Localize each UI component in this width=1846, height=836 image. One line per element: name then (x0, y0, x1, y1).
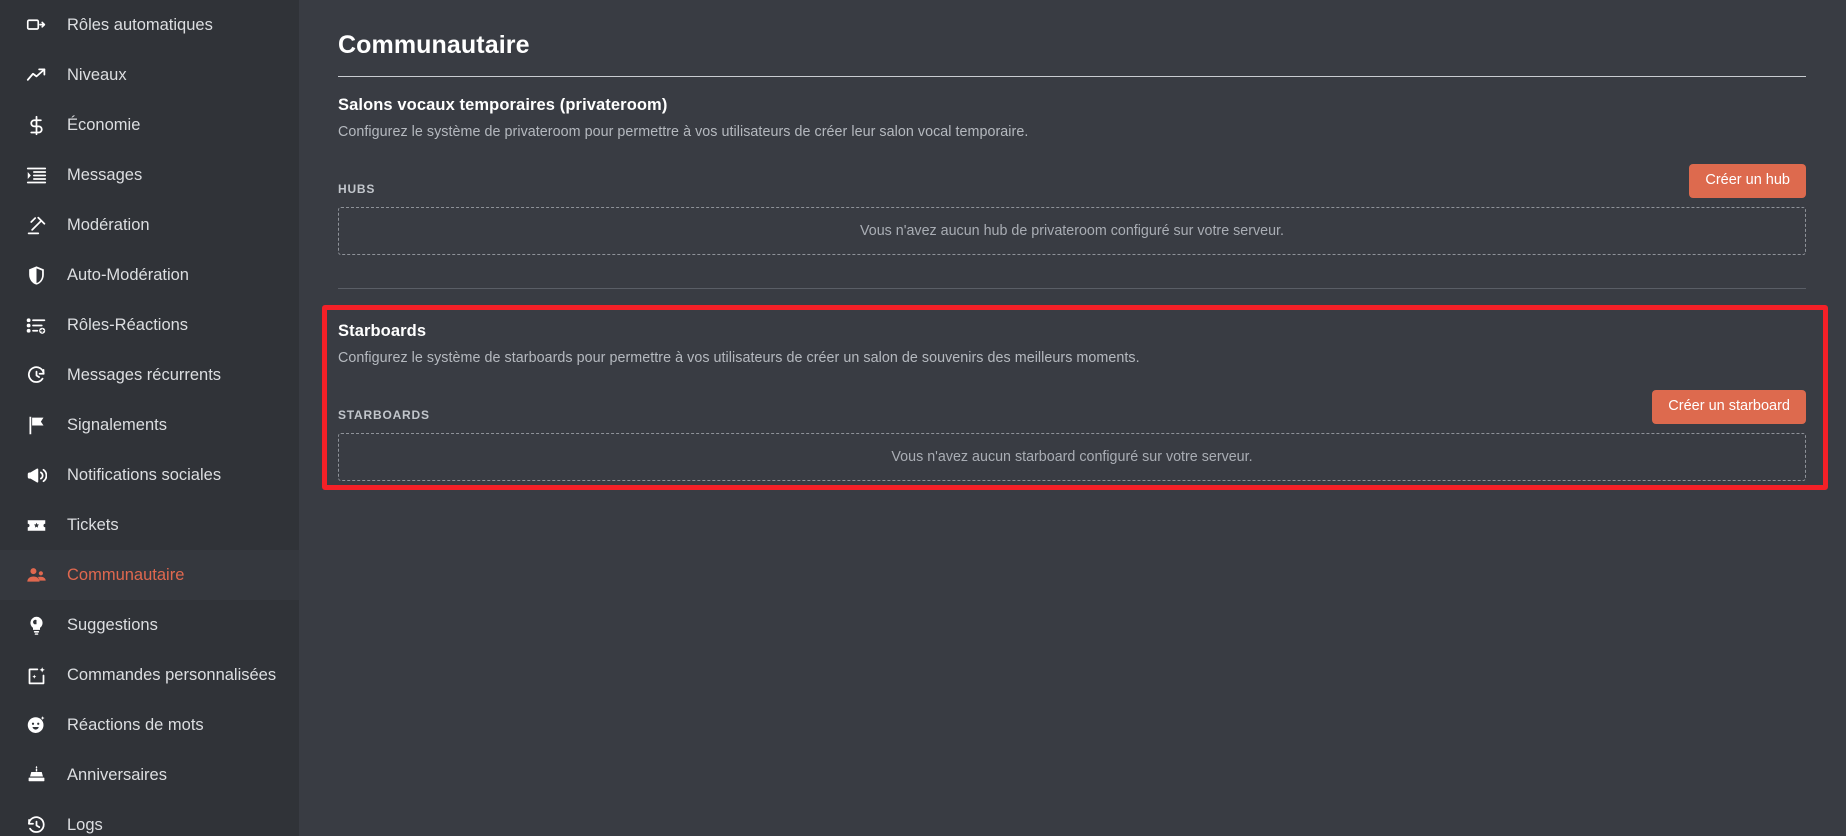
sidebar-item-suggestions[interactable]: Suggestions (0, 600, 299, 650)
section-starboards: Starboards Configurez le système de star… (338, 322, 1806, 481)
sidebar-item-auto-moderation[interactable]: Auto-Modération (0, 250, 299, 300)
sidebar-item-label: Tickets (67, 515, 119, 534)
sidebar-item-label: Rôles-Réactions (67, 315, 189, 334)
sidebar-item-communautaire[interactable]: Communautaire (0, 550, 299, 600)
flag-icon (25, 414, 47, 436)
app-root: Rôles automatiques Niveaux Économie Message… (0, 0, 1846, 836)
sidebar-item-label: Logs (67, 815, 103, 834)
sidebar-item-notifications-sociales[interactable]: Notifications sociales (0, 450, 299, 500)
hubs-list-label: HUBS (338, 182, 376, 196)
section-description: Configurez le système de privateroom pou… (338, 124, 1029, 140)
starboards-list-label: STARBOARDS (338, 408, 430, 422)
sidebar-item-label: Auto-Modération (67, 265, 189, 284)
sidebar-item-tickets[interactable]: Tickets (0, 500, 299, 550)
dollar-icon (25, 114, 47, 136)
sidebar-item-economie[interactable]: Économie (0, 100, 299, 150)
sidebar-item-label: Suggestions (67, 615, 158, 634)
sidebar-item-commandes-personnalisees[interactable]: Commandes personnalisées (0, 650, 299, 700)
clock-refresh-icon (25, 364, 47, 386)
section-divider (338, 288, 1806, 289)
sidebar-item-label: Signalements (67, 415, 167, 434)
list-header-row: HUBS Créer un hub (338, 163, 1806, 198)
sidebar-item-logs[interactable]: Logs (0, 800, 299, 836)
auto-roles-icon (25, 14, 47, 36)
sidebar-item-label: Modération (67, 215, 150, 234)
shield-icon (25, 264, 47, 286)
sidebar-item-niveaux[interactable]: Niveaux (0, 50, 299, 100)
title-divider (338, 76, 1806, 77)
sidebar-item-messages-recurrents[interactable]: Messages récurrents (0, 350, 299, 400)
sidebar-item-roles-reactions[interactable]: Rôles-Réactions (0, 300, 299, 350)
main-content: Communautaire Salons vocaux temporaires … (299, 0, 1846, 836)
sidebar: Rôles automatiques Niveaux Économie Message… (0, 0, 299, 836)
starboards-empty-message: Vous n'avez aucun starboard configuré su… (891, 449, 1253, 465)
section-privateroom: Salons vocaux temporaires (privateroom) … (338, 96, 1806, 255)
page-title: Communautaire (338, 31, 530, 59)
sidebar-item-label: Niveaux (67, 65, 127, 84)
cake-icon (25, 764, 47, 786)
sidebar-item-anniversaires[interactable]: Anniversaires (0, 750, 299, 800)
sidebar-item-label: Notifications sociales (67, 465, 222, 484)
history-icon (25, 814, 47, 836)
message-lines-icon (25, 164, 47, 186)
gavel-icon (25, 214, 47, 236)
list-header-row: STARBOARDS Créer un starboard (338, 389, 1806, 424)
sidebar-item-roles-automatiques[interactable]: Rôles automatiques (0, 0, 299, 50)
ticket-icon (25, 514, 47, 536)
list-plus-icon (25, 314, 47, 336)
people-icon (25, 564, 47, 586)
sidebar-item-reactions-de-mots[interactable]: Réactions de mots (0, 700, 299, 750)
starboards-empty-state: Vous n'avez aucun starboard configuré su… (338, 433, 1806, 481)
sidebar-item-label: Économie (67, 115, 141, 134)
sidebar-item-label: Réactions de mots (67, 715, 204, 734)
sidebar-item-label: Messages récurrents (67, 365, 222, 384)
create-hub-button[interactable]: Créer un hub (1689, 163, 1806, 198)
sidebar-item-label: Anniversaires (67, 765, 167, 784)
lightbulb-icon (25, 614, 47, 636)
section-description: Configurez le système de starboards pour… (338, 350, 1140, 366)
custom-command-icon (25, 664, 47, 686)
section-title: Salons vocaux temporaires (privateroom) (338, 96, 668, 114)
sidebar-item-moderation[interactable]: Modération (0, 200, 299, 250)
sidebar-item-signalements[interactable]: Signalements (0, 400, 299, 450)
sidebar-item-label: Messages (67, 165, 143, 184)
megaphone-icon (25, 464, 47, 486)
sidebar-item-messages[interactable]: Messages (0, 150, 299, 200)
sidebar-item-label: Communautaire (67, 565, 185, 584)
section-title: Starboards (338, 322, 427, 340)
sidebar-item-label: Rôles automatiques (67, 15, 213, 34)
create-starboard-button[interactable]: Créer un starboard (1652, 389, 1806, 424)
hubs-empty-state: Vous n'avez aucun hub de privateroom con… (338, 207, 1806, 255)
trending-up-icon (25, 64, 47, 86)
sidebar-item-label: Commandes personnalisées (67, 665, 277, 684)
emoji-plus-icon (25, 714, 47, 736)
hubs-empty-message: Vous n'avez aucun hub de privateroom con… (860, 223, 1284, 239)
